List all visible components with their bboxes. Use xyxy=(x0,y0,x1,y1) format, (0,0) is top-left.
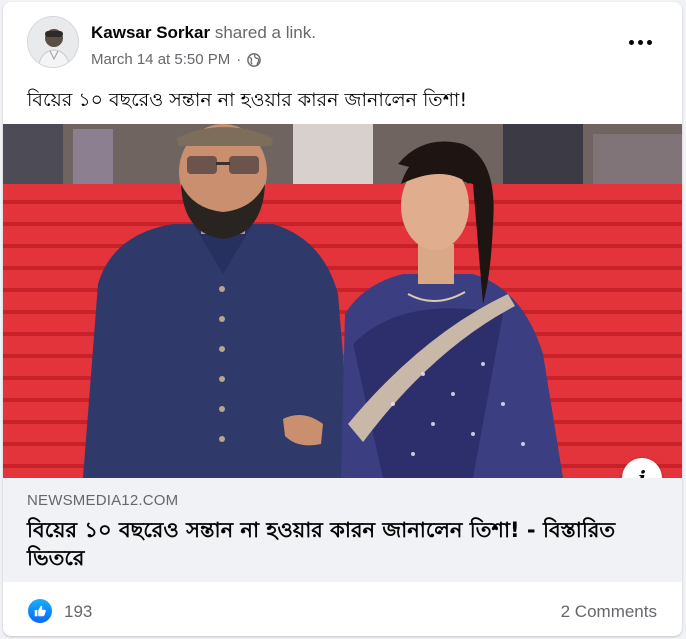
thumbs-up-icon[interactable] xyxy=(28,599,52,623)
link-image[interactable]: i xyxy=(3,124,682,478)
globe-icon[interactable] xyxy=(247,52,262,67)
post-timestamp[interactable]: March 14 at 5:50 PM xyxy=(91,51,230,68)
avatar[interactable] xyxy=(27,16,79,68)
more-dot-icon xyxy=(637,39,643,45)
post-text: বিয়ের ১০ বছরেও সন্তান না হওয়ার কারন জা… xyxy=(27,89,468,111)
more-dot-icon xyxy=(628,39,634,45)
post-header: Kawsar Sorkar shared a link. March 14 at… xyxy=(3,2,682,82)
more-dot-icon xyxy=(646,39,652,45)
post-meta: March 14 at 5:50 PM · xyxy=(91,51,262,68)
action-text: shared a link. xyxy=(214,23,316,42)
link-preview[interactable]: i NEWSMEDIA12.COM বিয়ের ১০ বছরেও সন্তান… xyxy=(3,124,682,582)
post-card: Kawsar Sorkar shared a link. March 14 at… xyxy=(3,2,682,636)
author-name[interactable]: Kawsar Sorkar xyxy=(91,23,210,42)
reactions-bar: 193 2 Comments xyxy=(3,582,682,636)
couple-photo xyxy=(3,124,682,478)
more-options-button[interactable] xyxy=(622,30,658,54)
meta-separator: · xyxy=(236,51,242,68)
user-avatar-icon xyxy=(28,17,78,67)
link-domain: NEWSMEDIA12.COM xyxy=(27,492,179,509)
author-line: Kawsar Sorkar shared a link. xyxy=(91,23,316,43)
comments-count[interactable]: 2 Comments xyxy=(561,602,657,622)
link-title[interactable]: বিয়ের ১০ বছরেও সন্তান না হওয়ার কারন জা… xyxy=(27,516,667,572)
like-count[interactable]: 193 xyxy=(64,602,92,622)
